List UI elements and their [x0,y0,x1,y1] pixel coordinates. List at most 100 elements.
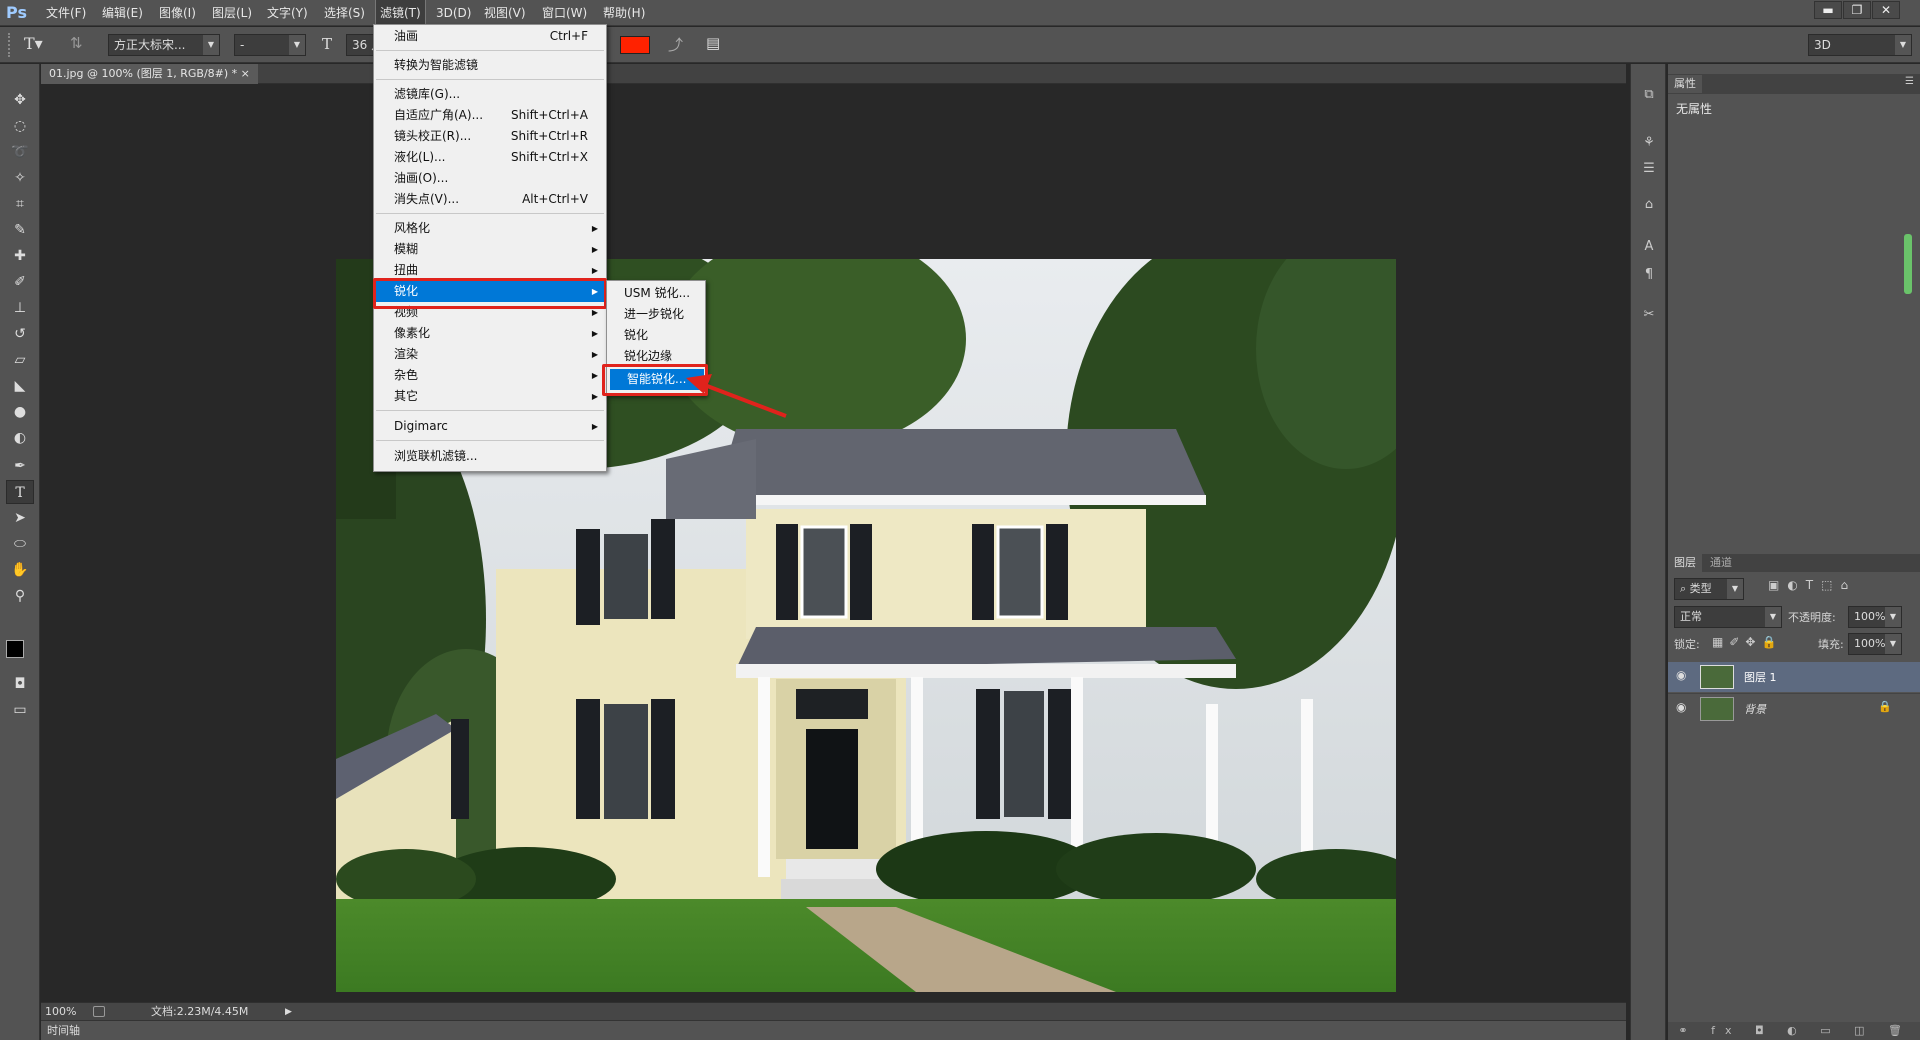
close-tab-icon[interactable]: × [241,67,250,80]
menu-item-render[interactable]: 渲染 ▶ [374,344,606,365]
font-family-select[interactable]: 方正大标宋... ▼ [108,34,220,56]
layer-name[interactable]: 图层 1 [1744,669,1777,685]
layer-row[interactable]: ◉ 背景 🔒 [1668,693,1920,723]
brush-preset-icon[interactable]: ⚘ [1637,132,1661,154]
blur-tool-icon[interactable]: ● [6,400,34,424]
warp-text-icon[interactable]: ⤴ [668,34,690,56]
layer-filter-select[interactable]: ⌕ 类型 ▼ [1674,578,1744,600]
close-window-icon[interactable]: ✕ [1872,1,1900,19]
shape-tool-icon[interactable]: ⬭ [6,532,34,556]
menu-item-sharpen-basic[interactable]: 锐化 [607,325,705,346]
menu-view[interactable]: 视图(V) [480,0,530,26]
paragraph-icon[interactable]: ¶ [1637,264,1661,286]
marquee-tool-icon[interactable]: ◌ [6,114,34,138]
menu-item-convert-smart-filter[interactable]: 转换为智能滤镜 [374,55,606,76]
font-size-select[interactable]: 36 点 [346,34,376,56]
document-tab[interactable]: 01.jpg @ 100% (图层 1, RGB/8#) * × [41,64,258,84]
character-panel-icon[interactable]: ▤ [706,34,728,56]
brush-tool-icon[interactable]: ✐ [6,270,34,294]
menu-item-browse-filters-online[interactable]: 浏览联机滤镜... [374,446,606,467]
tools-panel: ✥ ◌ ➰ ✧ ⌗ ✎ ✚ ✐ ⊥ ↺ ▱ ◣ ● ◐ ✒ T ➤ ⬭ ✋ ⚲ … [0,64,40,1040]
layer-row[interactable]: ◉ 图层 1 [1668,662,1920,692]
menu-item-lens-correction[interactable]: 镜头校正(R)... Shift+Ctrl+R [374,126,606,147]
menu-item-vanishing-point[interactable]: 消失点(V)... Alt+Ctrl+V [374,189,606,210]
screen-mode-icon[interactable]: ▭ [6,698,34,722]
menu-layer[interactable]: 图层(L) [208,0,256,26]
blend-mode-select[interactable]: 正常 ▼ [1674,606,1782,628]
eyedropper-icon[interactable]: ✎ [6,218,34,242]
menu-type[interactable]: 文字(Y) [263,0,312,26]
foreground-color-swatch[interactable] [6,640,24,658]
font-style-select[interactable]: - ▼ [234,34,306,56]
layer-filter-icons[interactable]: ▣◐T⬚⌂ [1768,578,1918,598]
menu-file[interactable]: 文件(F) [42,0,90,26]
layers-tab[interactable]: 图层 [1668,554,1702,572]
status-menu-arrow-icon[interactable]: ▶ [285,1003,292,1021]
opacity-input[interactable]: 100% ▼ [1848,606,1902,628]
tool-preset-icon[interactable]: ⌂ [1637,194,1661,216]
paint-bucket-icon[interactable]: ◣ [6,374,34,398]
timeline-tab[interactable]: 时间轴 [47,1021,80,1040]
lock-icons[interactable]: ▦✐✥🔒 [1712,635,1782,649]
panel-menu-icon[interactable]: ☰ [1905,76,1914,87]
zoom-level[interactable]: 100% [45,1003,76,1021]
type-tool-preset-icon[interactable]: T▾ [24,34,54,56]
fill-input[interactable]: 100% ▼ [1848,633,1902,655]
scroll-indicator[interactable] [1904,234,1912,294]
hand-tool-icon[interactable]: ✋ [6,558,34,582]
eye-icon[interactable]: ◉ [1676,700,1686,714]
menu-item-filter-gallery[interactable]: 滤镜库(G)... [374,84,606,105]
lasso-tool-icon[interactable]: ➰ [6,140,34,164]
annotation-arrow-icon [686,374,787,418]
menu-3d[interactable]: 3D(D) [432,0,475,26]
menu-filter[interactable]: 滤镜(T) [375,0,426,27]
restore-icon[interactable]: ❐ [1843,1,1871,19]
history-icon[interactable]: ⧉ [1637,84,1661,106]
path-selection-icon[interactable]: ➤ [6,506,34,530]
character-icon[interactable]: A [1637,236,1661,258]
menu-item-sharpen-more[interactable]: 进一步锐化 [607,304,705,325]
workspace-select[interactable]: 3D ▼ [1808,34,1912,56]
menu-item-digimarc[interactable]: Digimarc ▶ [374,416,606,437]
menu-select[interactable]: 选择(S) [320,0,369,26]
move-tool-icon[interactable]: ✥ [6,88,34,112]
type-tool-icon[interactable]: T [6,480,34,504]
minimize-icon[interactable]: ▬ [1814,1,1842,19]
zoom-tool-icon[interactable]: ⚲ [6,584,34,608]
history-brush-icon[interactable]: ↺ [6,322,34,346]
pen-tool-icon[interactable]: ✒ [6,454,34,478]
canvas-area[interactable] [41,84,1626,1002]
menu-item-stylize[interactable]: 风格化 ▶ [374,218,606,239]
tools-settings-icon[interactable]: ✂ [1637,304,1661,326]
menu-item-oil-paint[interactable]: 油画(O)... [374,168,606,189]
layers-footer-icons[interactable]: ⚭ fx ◘ ◐ ▭ ◫ 🗑 [1668,1022,1920,1040]
menu-item-last-filter[interactable]: 油画 Ctrl+F [374,26,606,47]
adjustments-icon[interactable]: ☰ [1637,158,1661,180]
menu-item-other[interactable]: 其它 ▶ [374,386,606,407]
clone-stamp-icon[interactable]: ⊥ [6,296,34,320]
menu-help[interactable]: 帮助(H) [599,0,649,26]
menu-item-pixelate[interactable]: 像素化 ▶ [374,323,606,344]
layer-name[interactable]: 背景 [1744,701,1766,717]
menu-item-noise[interactable]: 杂色 ▶ [374,365,606,386]
eye-icon[interactable]: ◉ [1676,668,1686,682]
eraser-tool-icon[interactable]: ▱ [6,348,34,372]
menu-item-adaptive-wide-angle[interactable]: 自适应广角(A)... Shift+Ctrl+A [374,105,606,126]
right-panels: 属性 ☰ 无属性 图层 通道 ⌕ 类型 ▼ ▣◐T⬚⌂ 正常 ▼ 不透明度: 100… [1668,64,1920,1040]
menu-image[interactable]: 图像(I) [155,0,200,26]
healing-brush-icon[interactable]: ✚ [6,244,34,268]
channels-tab[interactable]: 通道 [1704,554,1738,572]
menu-window[interactable]: 窗口(W) [538,0,591,26]
menu-item-liquify[interactable]: 液化(L)... Shift+Ctrl+X [374,147,606,168]
text-orientation-icon[interactable]: ⇅ [70,34,90,56]
menu-item-blur[interactable]: 模糊 ▶ [374,239,606,260]
menu-item-unsharp-mask[interactable]: USM 锐化... [607,283,705,304]
text-color-swatch[interactable] [620,36,650,54]
menu-edit[interactable]: 编辑(E) [98,0,147,26]
properties-tab[interactable]: 属性 [1668,75,1702,93]
magic-wand-icon[interactable]: ✧ [6,166,34,190]
share-icon[interactable] [93,1006,105,1017]
crop-tool-icon[interactable]: ⌗ [6,192,34,216]
quick-mask-icon[interactable]: ◘ [6,672,34,696]
dodge-tool-icon[interactable]: ◐ [6,426,34,450]
